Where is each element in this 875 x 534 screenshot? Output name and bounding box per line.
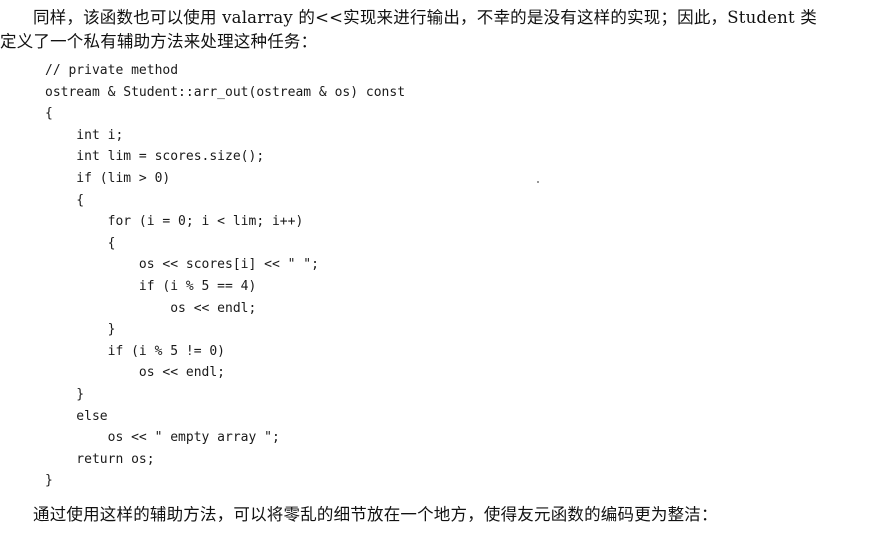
code-line: // private method [45, 63, 179, 78]
book-page: 同样，该函数也可以使用 valarray 的<<实现来进行输出，不幸的是没有这样… [0, 0, 875, 534]
scan-speck [537, 181, 539, 183]
code-line: int lim = scores.size(); [45, 149, 265, 165]
code-line: } [45, 473, 53, 489]
code-line: if (lim > 0) [45, 170, 171, 186]
intro-paragraph: 同样，该函数也可以使用 valarray 的<<实现来进行输出，不幸的是没有这样… [0, 6, 860, 54]
code-line: } [45, 322, 116, 338]
code-line: for (i = 0; i < lim; i++) [45, 214, 304, 230]
code-line: ostream & Student::arr_out(ostream & os)… [45, 84, 406, 100]
intro-line-1: 同样，该函数也可以使用 valarray 的<<实现来进行输出，不幸的是没有这样… [33, 8, 817, 27]
code-line: { [45, 192, 85, 208]
code-line: os << scores[i] << " "; [45, 257, 319, 273]
code-line: return os; [45, 451, 155, 467]
code-line: { [45, 106, 53, 122]
code-line: if (i % 5 != 0) [45, 343, 226, 359]
code-line: else [45, 408, 108, 424]
code-listing: // private methodostream & Student::arr_… [45, 60, 405, 492]
code-line: os << endl; [45, 300, 257, 316]
intro-line-2: 定义了一个私有辅助方法来处理这种任务： [0, 32, 318, 51]
code-line: int i; [45, 127, 124, 143]
code-line: if (i % 5 == 4) [45, 278, 257, 294]
code-line: os << endl; [45, 365, 226, 381]
outro-paragraph: 通过使用这样的辅助方法，可以将零乱的细节放在一个地方，使得友元函数的编码更为整洁… [33, 505, 718, 524]
code-line: { [45, 235, 116, 251]
code-line: } [45, 386, 85, 402]
code-line: os << " empty array "; [45, 430, 280, 446]
